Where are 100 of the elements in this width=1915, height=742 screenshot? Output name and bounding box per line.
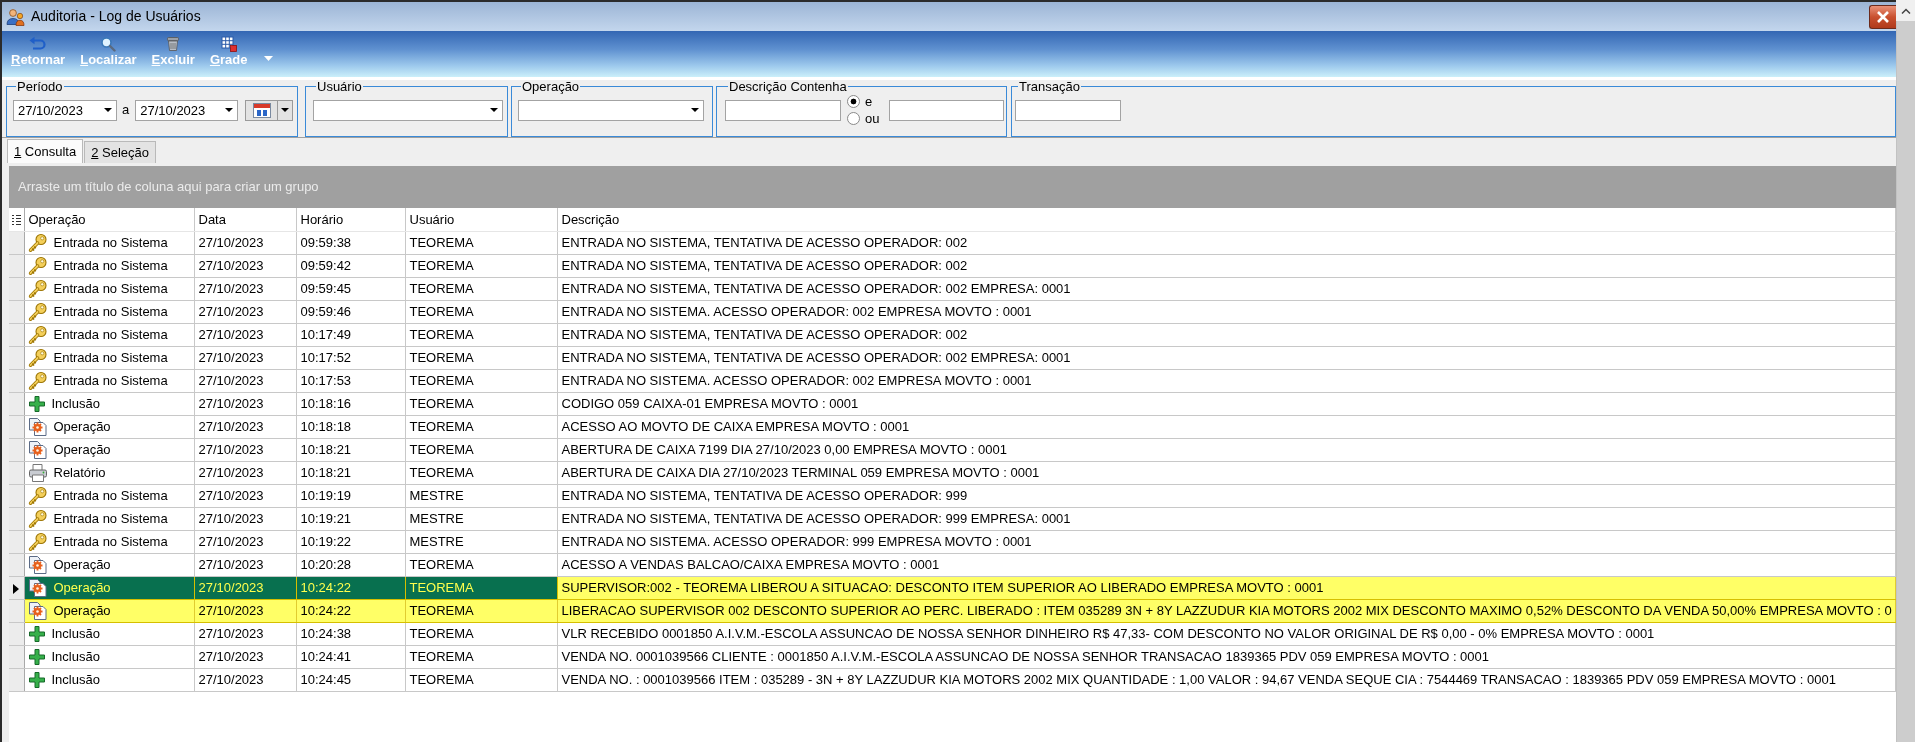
table-cell: ENTRADA NO SISTEMA, TENTATIVA DE ACESSO OPERADOR: 999 EMPRESA: 0001 [557, 507, 1896, 530]
calendar-button[interactable] [245, 99, 279, 121]
tab[interactable]: 1 Consulta [7, 139, 84, 163]
table-cell: 27/10/2023 [194, 277, 296, 300]
caret-icon [225, 108, 234, 112]
text-field[interactable] [889, 99, 1004, 121]
table-cell: VLR RECEBIDO 0001850 A.I.V.M.-ESCOLA ASSUNCAO DE NOSSA SENHOR DINHEIRO R$ 47,33- COM DESCONTO NO VALOR ORIGINAL DE R$ 0,00 - 0% EMPRESA MOVTO : 0001 [557, 622, 1896, 645]
table-cell: 10:18:21 [296, 461, 405, 484]
column-header[interactable]: Descrição [557, 208, 1896, 231]
table-cell: 09:59:42 [296, 254, 405, 277]
table-cell: 10:19:21 [296, 507, 405, 530]
close-button[interactable] [1869, 4, 1896, 29]
caret-icon [281, 108, 290, 112]
document-gear-icon [27, 416, 48, 437]
caret-icon [490, 108, 498, 112]
triangle-icon [13, 583, 20, 594]
hint-text: Arraste um título de coluna aqui para criar um grupo [18, 179, 319, 195]
table-cell: TEOREMA [405, 645, 557, 668]
cell-text: Entrada no Sistema [53, 327, 168, 342]
table-cell: 10:24:45 [296, 668, 405, 691]
key-icon [27, 370, 48, 391]
row-selector[interactable] [9, 576, 24, 599]
date-dropdown[interactable]: 27/10/2023 [135, 99, 239, 121]
table-cell: 27/10/2023 [194, 415, 296, 438]
close-icon [1876, 10, 1890, 23]
caret-icon[interactable] [263, 56, 273, 61]
cell-text: Entrada no Sistema [53, 304, 168, 319]
radio-label: e [865, 94, 873, 109]
column-header[interactable]: Usuário [405, 208, 557, 231]
table-cell: 27/10/2023 [194, 300, 296, 323]
key-icon [27, 347, 48, 368]
table-cell: 27/10/2023 [194, 484, 296, 507]
key-icon [27, 255, 48, 276]
cell-text: Inclusão [51, 672, 100, 687]
cell-text: Operação [53, 557, 111, 572]
table-cell: 09:59:45 [296, 277, 405, 300]
table-cell: 27/10/2023 [194, 231, 296, 254]
key-icon [27, 508, 48, 529]
table-cell: TEOREMA [405, 622, 557, 645]
calendar-icon [252, 102, 271, 118]
table-cell: TEOREMA [405, 323, 557, 346]
table-cell: 27/10/2023 [194, 438, 296, 461]
table-cell: ENTRADA NO SISTEMA, TENTATIVA DE ACESSO OPERADOR: 002 EMPRESA: 0001 [557, 277, 1896, 300]
table-cell: ENTRADA NO SISTEMA. ACESSO OPERADOR: 002 EMPRESA MOVTO : 0001 [557, 369, 1896, 392]
table-cell: LIBERACAO SUPERVISOR 002 DESCONTO SUPERIOR AO PERC. LIBERADO : ITEM 035289 3N + 8Y LAZZUDUR KIA MOTORS 2002 MIX DESCONTO MAXIMO 0,52% DESCONTO DA VENDA 50,00% EMPRESA MOVTO : 0 [557, 599, 1896, 622]
plus-icon [27, 670, 46, 689]
table-cell: TEOREMA [405, 599, 557, 622]
cell-text: Operação [53, 442, 111, 457]
table-cell: VENDA NO. 0001039566 CLIENTE : 0001850 A.I.V.M.-ESCOLA ASSUNCAO DE NOSSA SENHOR TRANSACAO 1839365 PDV 059 EMPRESA MOVTO : 0001 [557, 645, 1896, 668]
dropdown-button[interactable] [278, 99, 294, 121]
table-cell: MESTRE [405, 507, 557, 530]
group-label: Descrição Contenha [728, 80, 848, 93]
text-field[interactable] [1015, 99, 1121, 121]
table-cell: 09:59:46 [296, 300, 405, 323]
column-header[interactable]: Data [194, 208, 296, 231]
tab[interactable]: 2 Seleção [84, 141, 156, 163]
table-cell: TEOREMA [405, 668, 557, 691]
table-cell: TEOREMA [405, 461, 557, 484]
column-header[interactable]: Horário [296, 208, 405, 231]
table-cell: ENTRADA NO SISTEMA, TENTATIVA DE ACESSO OPERADOR: 999 [557, 484, 1896, 507]
table-cell: TEOREMA [405, 300, 557, 323]
table-cell: 27/10/2023 [194, 668, 296, 691]
document-gear-icon [27, 554, 48, 575]
key-icon [27, 301, 48, 322]
cell-text: Inclusão [51, 649, 100, 664]
scroll-up-button[interactable] [1896, 0, 1915, 21]
list-icon[interactable] [11, 214, 21, 227]
document-gear-icon [27, 600, 48, 621]
separator-label: a [122, 102, 130, 118]
column-header[interactable]: Operação [24, 208, 194, 231]
group-label: Período [16, 80, 64, 93]
cell-text: Entrada no Sistema [53, 373, 168, 388]
table-cell: 27/10/2023 [194, 254, 296, 277]
cell-text: Entrada no Sistema [53, 488, 168, 503]
key-icon [27, 485, 48, 506]
dropdown-field[interactable] [313, 99, 503, 121]
group-label: Usuário [316, 80, 363, 93]
dropdown-field[interactable] [518, 99, 704, 121]
table-cell: ABERTURA DE CAIXA 7199 DIA 27/10/2023 0,00 EMPRESA MOVTO : 0001 [557, 438, 1896, 461]
table-cell: 27/10/2023 [194, 369, 296, 392]
table-cell: 10:19:22 [296, 530, 405, 553]
cell-text: Inclusão [51, 396, 100, 411]
table-cell: 10:17:52 [296, 346, 405, 369]
table-cell: TEOREMA [405, 438, 557, 461]
date-dropdown[interactable]: 27/10/2023 [13, 99, 117, 121]
radio-button[interactable] [847, 112, 860, 125]
radio-button[interactable] [847, 95, 860, 108]
table-cell: ENTRADA NO SISTEMA, TENTATIVA DE ACESSO OPERADOR: 002 EMPRESA: 0001 [557, 346, 1896, 369]
table-cell: 10:24:38 [296, 622, 405, 645]
radio-label: ou [865, 111, 880, 126]
text-field[interactable] [725, 99, 841, 121]
cell-text: Operação [53, 603, 111, 618]
table-cell: 27/10/2023 [194, 461, 296, 484]
grid-icon [220, 36, 237, 52]
table-cell: ENTRADA NO SISTEMA. ACESSO OPERADOR: 999 EMPRESA MOVTO : 0001 [557, 530, 1896, 553]
table-cell: TEOREMA [405, 277, 557, 300]
table-cell: 27/10/2023 [194, 553, 296, 576]
key-icon [27, 232, 48, 253]
return-arrow-icon [29, 36, 48, 52]
table-cell: ABERTURA DE CAIXA DIA 27/10/2023 TERMINAL 059 EMPRESA MOVTO : 0001 [557, 461, 1896, 484]
